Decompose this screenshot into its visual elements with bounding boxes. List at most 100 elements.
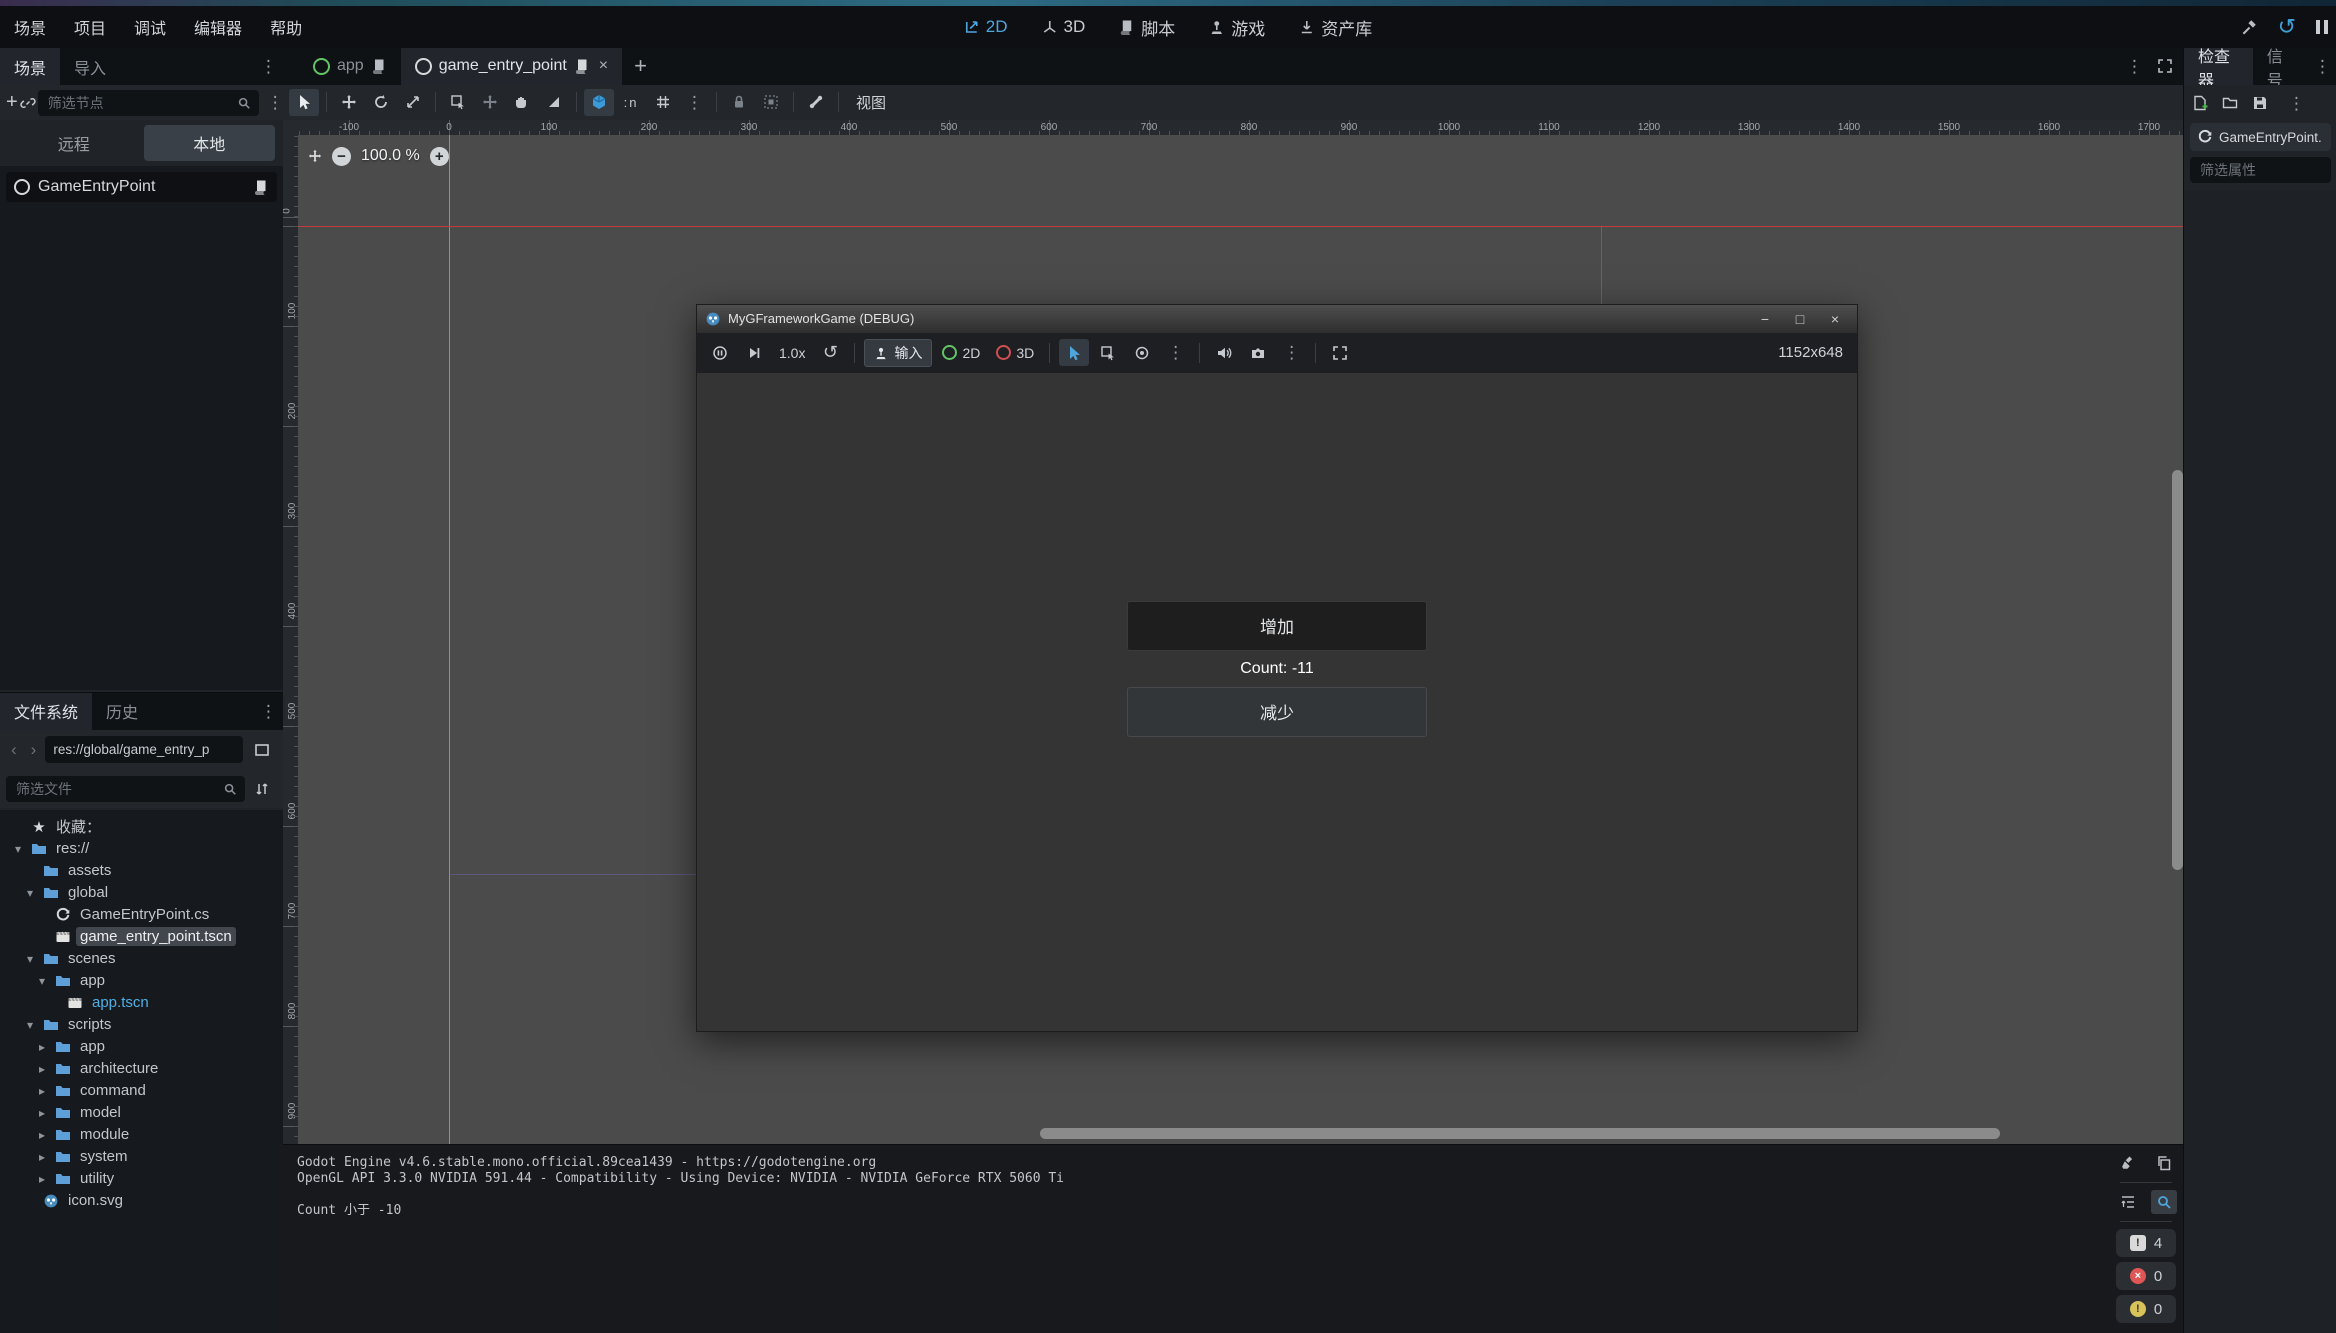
scene-tab-game-entry-point[interactable]: game_entry_point ×: [401, 48, 622, 85]
select-options-icon[interactable]: ⋮: [1161, 344, 1190, 361]
filesystem-menu-icon[interactable]: ⋮: [254, 703, 283, 720]
zoom-level[interactable]: 100.0 %: [361, 147, 420, 165]
tab-inspector[interactable]: 检查器: [2184, 48, 2253, 85]
menu-scene[interactable]: 场景: [0, 15, 60, 39]
pivot-tool-button[interactable]: [475, 89, 505, 116]
tree-item-command[interactable]: ▸ command: [2, 1080, 281, 1102]
nav-forward-icon[interactable]: ›: [26, 740, 42, 760]
tree-item-scripts[interactable]: ▾ scripts: [2, 1014, 281, 1036]
vertical-scrollbar[interactable]: [2172, 470, 2183, 870]
horizontal-scrollbar[interactable]: [1040, 1128, 2000, 1139]
tree-item-global[interactable]: ▾ global: [2, 882, 281, 904]
chevron-right-icon[interactable]: ▸: [34, 1106, 50, 1120]
tool-hammer-icon[interactable]: [2240, 18, 2258, 36]
workspace-2d[interactable]: 2D: [954, 17, 1018, 37]
sort-files-icon[interactable]: [247, 775, 277, 802]
remote-button[interactable]: 远程: [8, 125, 140, 161]
filter-files-input[interactable]: [14, 780, 217, 798]
rotate-tool-button[interactable]: [366, 89, 396, 116]
load-resource-button[interactable]: [2222, 95, 2238, 111]
tab-filesystem[interactable]: 文件系统: [0, 693, 92, 730]
zoom-in-button[interactable]: +: [430, 147, 449, 166]
messages-badge[interactable]: ! 4: [2116, 1229, 2176, 1257]
game-debug-window[interactable]: MyGFrameworkGame (DEBUG) − □ × 1.0x ↺: [696, 304, 1858, 1032]
game-viewport[interactable]: 增加 Count: -11 减少: [697, 373, 1857, 1029]
game-window-titlebar[interactable]: MyGFrameworkGame (DEBUG) − □ ×: [697, 305, 1857, 333]
chevron-right-icon[interactable]: ▸: [34, 1172, 50, 1186]
tree-item-module[interactable]: ▸ module: [2, 1124, 281, 1146]
close-icon[interactable]: ×: [599, 57, 608, 75]
errors-badge[interactable]: × 0: [2116, 1262, 2176, 1290]
skeleton-options-button[interactable]: [801, 89, 831, 116]
local-button[interactable]: 本地: [144, 125, 276, 161]
tree-item-utility[interactable]: ▸ utility: [2, 1168, 281, 1190]
tree-item-scripts-app[interactable]: ▸ app: [2, 1036, 281, 1058]
chevron-right-icon[interactable]: ▸: [34, 1084, 50, 1098]
tree-item-scenes[interactable]: ▾ scenes: [2, 948, 281, 970]
speed-multiplier[interactable]: 1.0x: [773, 345, 811, 361]
camera-button[interactable]: [1243, 339, 1273, 366]
grid-snap-button[interactable]: [648, 89, 678, 116]
expand-icon[interactable]: [2157, 58, 2173, 74]
workspace-game[interactable]: 游戏: [1199, 15, 1275, 40]
smart-snap-button[interactable]: [584, 89, 614, 116]
chevron-down-icon[interactable]: ▾: [22, 952, 38, 966]
new-resource-button[interactable]: [2192, 95, 2208, 111]
next-frame-button[interactable]: [739, 339, 769, 366]
update-spinner-icon[interactable]: ↺: [2278, 16, 2296, 38]
tree-item-favorites[interactable]: ★ 收藏：: [2, 816, 281, 838]
chevron-down-icon[interactable]: ▾: [10, 842, 26, 856]
search-output-button[interactable]: [2151, 1190, 2177, 1214]
filter-properties-input[interactable]: [2198, 161, 2323, 179]
instance-scene-button[interactable]: [20, 89, 36, 116]
ruler-tool-button[interactable]: [539, 89, 569, 116]
2d-viewport[interactable]: -100010020030040050060070080090010001100…: [283, 120, 2183, 1144]
decrease-button[interactable]: 减少: [1127, 687, 1427, 737]
tab-import-dock[interactable]: 导入: [60, 48, 120, 85]
tab-history[interactable]: 历史: [92, 693, 152, 730]
dock-menu-icon[interactable]: ⋮: [254, 58, 283, 75]
chevron-right-icon[interactable]: ▸: [34, 1040, 50, 1054]
script-icon[interactable]: [371, 58, 387, 74]
chevron-right-icon[interactable]: ▸: [34, 1128, 50, 1142]
chevron-down-icon[interactable]: ▾: [34, 974, 50, 988]
list-select-button[interactable]: [1093, 339, 1123, 366]
canvas-area[interactable]: − 100.0 % + MyGFrameworkGame (DEBUG) − □…: [298, 135, 2183, 1144]
move-tool-button[interactable]: [334, 89, 364, 116]
menu-help[interactable]: 帮助: [256, 15, 316, 39]
tree-item-app-tscn[interactable]: app.tscn: [2, 992, 281, 1014]
snap-options-icon[interactable]: ⋮: [680, 94, 709, 111]
clear-output-button[interactable]: [2115, 1151, 2141, 1175]
tree-item-architecture[interactable]: ▸ architecture: [2, 1058, 281, 1080]
resource-menu-icon[interactable]: ⋮: [2282, 95, 2311, 112]
select-mode-button[interactable]: [1059, 339, 1089, 366]
add-node-button[interactable]: +: [6, 89, 18, 116]
menu-debug[interactable]: 调试: [120, 15, 180, 39]
warnings-badge[interactable]: ! 0: [2116, 1295, 2176, 1323]
collapse-messages-button[interactable]: [2115, 1190, 2141, 1214]
audio-mute-button[interactable]: [1209, 339, 1239, 366]
script-icon[interactable]: [253, 179, 269, 195]
filter-nodes-input[interactable]: [46, 94, 231, 112]
chevron-down-icon[interactable]: ▾: [22, 1018, 38, 1032]
scene-tab-app[interactable]: app: [299, 48, 401, 85]
embed-fullscreen-button[interactable]: [1325, 339, 1355, 366]
chevron-down-icon[interactable]: ▾: [22, 886, 38, 900]
chevron-right-icon[interactable]: ▸: [34, 1150, 50, 1164]
maximize-button[interactable]: □: [1786, 311, 1814, 327]
tree-item-icon-svg[interactable]: icon.svg: [2, 1190, 281, 1212]
script-icon[interactable]: [574, 58, 590, 74]
tab-list-menu-icon[interactable]: ⋮: [2120, 58, 2149, 75]
tab-scene-dock[interactable]: 场景: [0, 48, 60, 85]
zoom-out-button[interactable]: −: [332, 147, 351, 166]
scale-tool-button[interactable]: [398, 89, 428, 116]
split-view-icon[interactable]: [247, 736, 277, 763]
center-view-icon[interactable]: [308, 149, 322, 163]
list-select-button[interactable]: [443, 89, 473, 116]
tree-item-game-entry-point-tscn[interactable]: game_entry_point.tscn: [2, 926, 281, 948]
group-button[interactable]: [756, 89, 786, 116]
path-field[interactable]: res://global/game_entry_p: [45, 736, 243, 763]
camera-override-button[interactable]: [1127, 339, 1157, 366]
edited-object-row[interactable]: GameEntryPoint.: [2190, 123, 2331, 151]
chevron-right-icon[interactable]: ▸: [34, 1062, 50, 1076]
